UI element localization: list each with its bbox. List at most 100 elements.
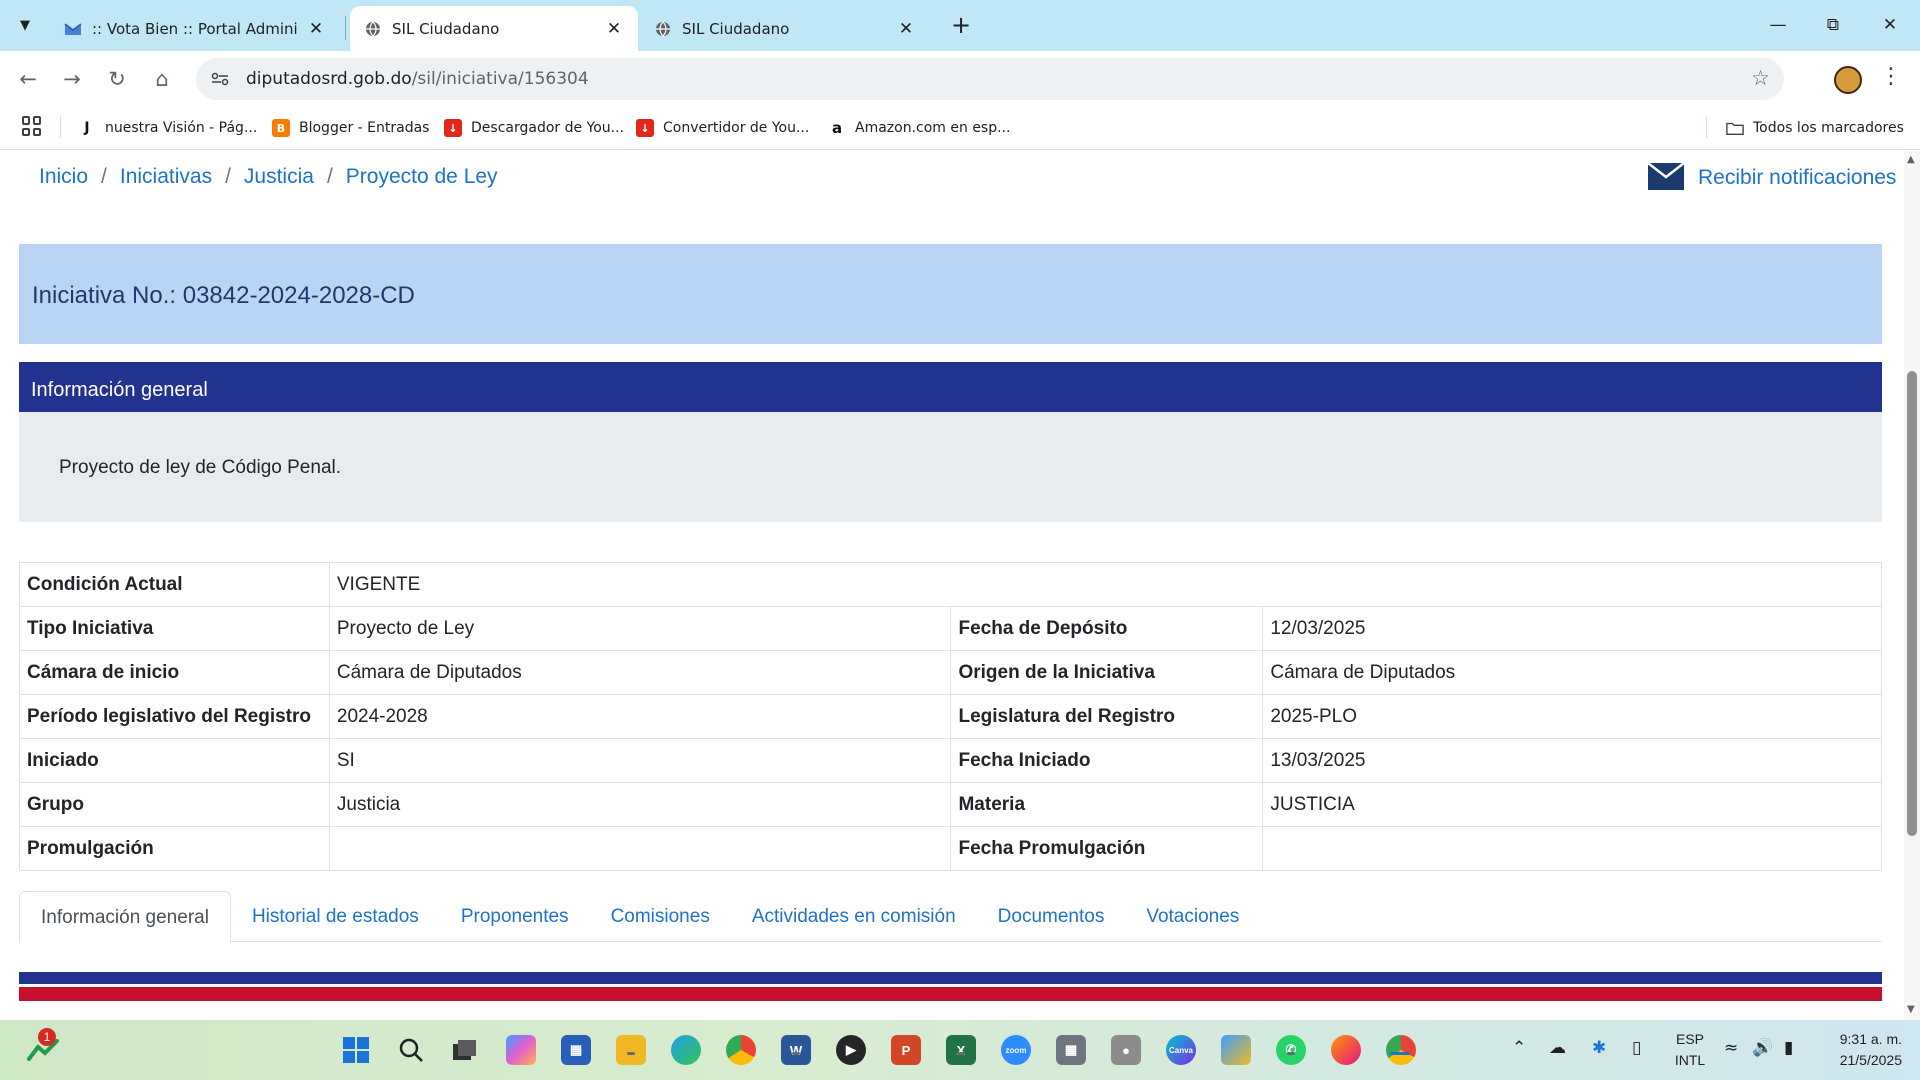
scroll-up-arrow-icon[interactable]: ▲ (1907, 154, 1915, 165)
tab-comisiones[interactable]: Comisiones (590, 891, 731, 942)
home-icon[interactable]: ⌂ (148, 65, 176, 93)
reload-icon[interactable]: ↻ (103, 65, 131, 93)
browser-tab-sil-active[interactable]: SIL Ciudadano ✕ (350, 6, 638, 51)
back-arrow-icon[interactable]: ← (14, 65, 42, 93)
keyboard-layout-indicator[interactable]: INTL (1672, 1052, 1708, 1068)
url-host: diputadosrd.gob.do (246, 69, 412, 89)
taskbar-active-indicator (1390, 1052, 1410, 1055)
bluetooth-icon[interactable]: ✱ (1592, 1038, 1606, 1058)
bookmark-convertidor[interactable]: ↓ Convertidor de You... (636, 114, 809, 142)
table-label: Iniciado (19, 738, 330, 783)
table-label: Promulgación (19, 826, 330, 871)
close-icon[interactable]: ✕ (896, 19, 916, 39)
powerpoint-icon[interactable]: P (891, 1035, 921, 1065)
firefox-icon[interactable] (1331, 1035, 1361, 1065)
blogger-icon: B (272, 119, 290, 137)
bookmark-descargador[interactable]: ↓ Descargador de You... (444, 114, 624, 142)
bookmark-label: Descargador de You... (471, 120, 625, 136)
new-tab-plus-icon[interactable]: + (948, 12, 974, 38)
tab-actividades-en-comision[interactable]: Actividades en comisión (731, 891, 977, 942)
file-explorer-icon[interactable] (616, 1035, 646, 1065)
calculator-icon[interactable]: ▦ (1056, 1035, 1086, 1065)
minimize-icon[interactable]: — (1758, 10, 1798, 40)
download-icon: ↓ (444, 119, 462, 137)
bookmark-star-icon[interactable]: ☆ (1751, 66, 1770, 90)
initiative-description: Proyecto de ley de Código Penal. (59, 457, 342, 478)
canva-icon[interactable]: Canva (1166, 1035, 1196, 1065)
close-window-icon[interactable]: ✕ (1870, 10, 1910, 40)
volume-icon[interactable]: 🔊 (1752, 1038, 1773, 1058)
media-player-icon[interactable]: ▶ (836, 1035, 866, 1065)
chrome-icon[interactable] (726, 1035, 756, 1065)
site-settings-icon[interactable] (206, 65, 234, 93)
zoom-icon[interactable]: zoom (1001, 1035, 1031, 1065)
chevron-down-icon: ▼ (20, 17, 30, 33)
table-value: 13/03/2025 (1262, 738, 1882, 783)
search-icon[interactable] (396, 1035, 426, 1065)
excel-icon[interactable]: X (946, 1035, 976, 1065)
usb-icon[interactable]: ▯ (1632, 1038, 1641, 1058)
language-indicator[interactable]: ESP (1672, 1031, 1708, 1047)
tab-historial-de-estados[interactable]: Historial de estados (231, 891, 440, 942)
tab-search-button[interactable]: ▼ (10, 10, 40, 40)
breadcrumb-item-iniciativas[interactable]: Iniciativas (120, 165, 212, 189)
menu-kebab-icon[interactable]: ⋮ (1880, 64, 1902, 89)
bookmark-separator (60, 116, 61, 138)
tab-separator (345, 16, 346, 40)
copilot-icon[interactable] (506, 1035, 536, 1065)
browser-tab-sil[interactable]: SIL Ciudadano ✕ (640, 6, 930, 51)
onedrive-icon[interactable]: ☁ (1549, 1038, 1566, 1058)
chrome-profile-icon[interactable] (1386, 1035, 1416, 1065)
table-value: Proyecto de Ley (328, 606, 952, 651)
all-bookmarks-button[interactable]: Todos los marcadores (1726, 114, 1904, 142)
edge-icon[interactable] (671, 1035, 701, 1065)
whatsapp-icon[interactable]: ✆ (1276, 1035, 1306, 1065)
table-value: VIGENTE (328, 562, 1883, 607)
close-icon[interactable]: ✕ (604, 19, 624, 39)
page-scrollbar[interactable]: ▲ ▼ (1904, 151, 1920, 1020)
address-bar[interactable]: diputadosrd.gob.do/sil/iniciativa/156304… (196, 58, 1784, 100)
bookmark-nuestra-vision[interactable]: J nuestra Visión - Pág... (78, 114, 257, 142)
table-row: Período legislativo del Registro 2024-20… (19, 694, 1882, 739)
apps-grid-icon[interactable] (22, 116, 42, 136)
forward-arrow-icon[interactable]: → (58, 65, 86, 93)
chevron-up-icon[interactable]: ⌃ (1512, 1038, 1526, 1058)
envelope-icon (1648, 163, 1684, 190)
tab-title: SIL Ciudadano (392, 19, 500, 38)
tab-votaciones[interactable]: Votaciones (1125, 891, 1260, 942)
clock-time[interactable]: 9:31 a. m. (1810, 1031, 1902, 1047)
tab-informacion-general[interactable]: Información general (19, 891, 231, 943)
breadcrumb-separator: / (326, 165, 333, 188)
restore-icon[interactable]: ⧉ (1813, 10, 1853, 40)
breadcrumb-item-inicio[interactable]: Inicio (39, 165, 88, 189)
windows-start-icon[interactable] (341, 1035, 371, 1065)
voice-recorder-icon[interactable]: ● (1111, 1035, 1141, 1065)
wifi-icon[interactable]: ≈ (1724, 1038, 1738, 1058)
task-view-icon[interactable] (450, 1035, 480, 1065)
profile-avatar[interactable] (1834, 66, 1862, 94)
battery-icon[interactable]: ▮ (1784, 1038, 1793, 1058)
notifications-label: Recibir notificaciones (1698, 166, 1897, 189)
taskbar-running-indicator (627, 1052, 635, 1055)
word-icon[interactable]: W (781, 1035, 811, 1065)
bookmark-blogger[interactable]: B Blogger - Entradas (272, 114, 429, 142)
clock-date[interactable]: 21/5/2025 (1810, 1052, 1902, 1068)
table-label: Fecha Iniciado (950, 738, 1264, 783)
paint-icon[interactable] (1221, 1035, 1251, 1065)
table-label: Condición Actual (19, 562, 330, 607)
globe-icon (654, 20, 672, 38)
browser-tab-vota-bien[interactable]: :: Vota Bien :: Portal Administrati ✕ (50, 6, 340, 51)
folder-icon (1726, 119, 1744, 137)
table-label: Grupo (19, 782, 330, 827)
bookmark-amazon[interactable]: a Amazon.com en esp... (828, 114, 1010, 142)
breadcrumb-item-proyecto-de-ley[interactable]: Proyecto de Ley (346, 165, 498, 189)
breadcrumb-item-justicia[interactable]: Justicia (244, 165, 314, 189)
tab-documentos[interactable]: Documentos (977, 891, 1126, 942)
scroll-down-arrow-icon[interactable]: ▼ (1907, 1004, 1915, 1015)
store-icon[interactable]: ▦ (561, 1035, 591, 1065)
notifications-link[interactable]: Recibir notificaciones (1648, 163, 1896, 190)
tab-proponentes[interactable]: Proponentes (440, 891, 590, 942)
close-icon[interactable]: ✕ (306, 19, 326, 39)
scrollbar-thumb[interactable] (1907, 371, 1917, 836)
globe-icon (364, 20, 382, 38)
